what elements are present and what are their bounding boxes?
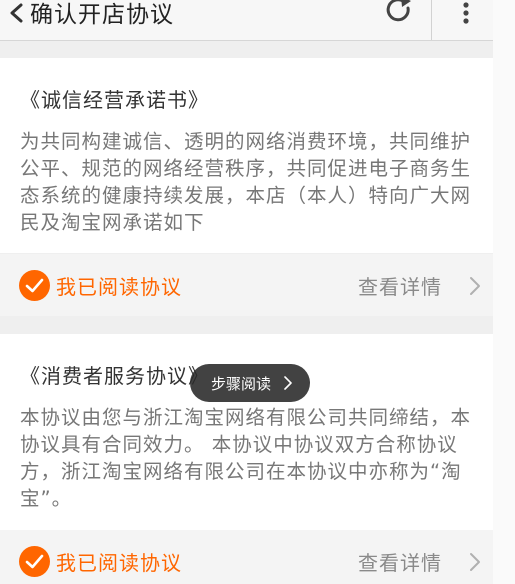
view-details-link[interactable]: 查看详情 (358, 547, 442, 576)
chevron-left-icon[interactable] (6, 2, 28, 24)
refresh-icon[interactable] (384, 0, 414, 26)
toast-label: 步骤阅读 (211, 375, 272, 393)
agree-checkbox[interactable] (19, 546, 50, 577)
agree-row: 我已阅读协议 查看详情 (0, 254, 493, 316)
agree-label[interactable]: 我已阅读协议 (56, 271, 182, 300)
agreement-body: 本协议由您与浙江淘宝网络有限公司共同缔结，本协议具有合同效力。 本协议中协议双方… (20, 406, 472, 510)
check-icon (25, 554, 44, 569)
chevron-right-icon[interactable] (468, 552, 482, 572)
toolbar-divider (431, 0, 432, 40)
agree-row: 我已阅读协议 查看详情 (0, 530, 493, 584)
agreement-title: 《诚信经营承诺书》 (20, 88, 209, 112)
page-title: 确认开店协议 (30, 2, 174, 28)
top-bar: 确认开店协议 (0, 0, 493, 41)
app-screen: 确认开店协议 《诚信经营承诺书》 为共同构建诚信、透明的网络消费环境，共同维护公… (0, 0, 493, 584)
chevron-right-icon (284, 376, 292, 390)
agree-checkbox[interactable] (19, 270, 50, 301)
check-icon (25, 278, 44, 293)
agreement-card: 《诚信经营承诺书》 为共同构建诚信、透明的网络消费环境，共同维护公平、规范的网络… (0, 58, 493, 253)
right-gutter (493, 0, 515, 584)
agree-label[interactable]: 我已阅读协议 (56, 547, 182, 576)
chevron-right-icon[interactable] (468, 276, 482, 296)
more-vertical-icon[interactable] (456, 0, 476, 26)
agreement-title: 《消费者服务协议》 (20, 364, 209, 388)
agreement-body: 为共同构建诚信、透明的网络消费环境，共同维护公平、规范的网络经营秩序，共同促进电… (20, 130, 472, 234)
view-details-link[interactable]: 查看详情 (358, 271, 442, 300)
